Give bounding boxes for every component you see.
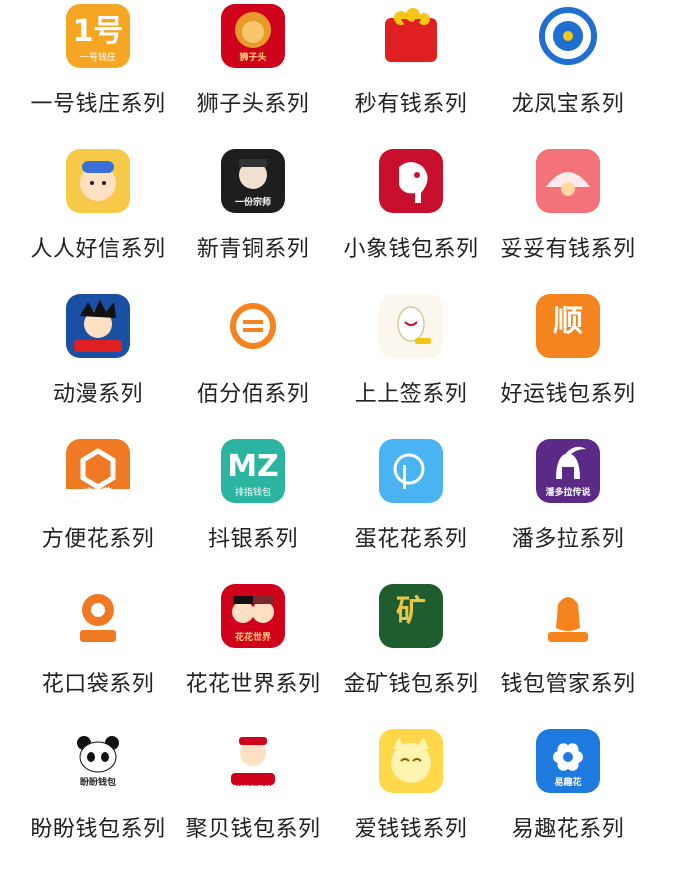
- shun-character-icon[interactable]: 顺: [536, 294, 600, 358]
- app-label: 易趣花系列: [511, 817, 625, 842]
- icon-text: 易趣花: [554, 778, 582, 788]
- orange-coin-icon[interactable]: [221, 294, 285, 358]
- app-label: 小象钱包系列: [343, 237, 479, 262]
- app-label: 花花世界系列: [185, 672, 321, 697]
- icon-text: 1号: [72, 14, 124, 49]
- app-item[interactable]: 银行放款聚贝钱包系列: [168, 725, 338, 870]
- app-label: 蛋花花系列: [354, 527, 468, 552]
- comic-face-icon[interactable]: 一份宗师: [221, 149, 285, 213]
- app-item[interactable]: 潘多拉传说潘多拉系列: [483, 435, 653, 580]
- icon-text: 银行放款: [234, 778, 271, 788]
- icon-text: 一份宗师: [234, 198, 271, 208]
- icon-text: 顺: [553, 304, 583, 339]
- app-item[interactable]: 小象钱包系列: [326, 145, 496, 290]
- icon-text: 钱包管家: [549, 633, 586, 643]
- icon-text: 狮子头: [239, 53, 267, 63]
- app-item[interactable]: 动漫系列: [13, 290, 183, 435]
- flower-coin-icon[interactable]: 花口袋: [66, 584, 130, 648]
- panda-icon[interactable]: 盼盼钱包: [66, 729, 130, 793]
- app-item[interactable]: 花口袋 花口袋系列: [13, 580, 183, 725]
- icon-text: 花口袋: [84, 633, 112, 643]
- app-label: 狮子头系列: [196, 92, 310, 117]
- icon-text: 潘多拉传说: [545, 488, 591, 498]
- pearl-shell-icon[interactable]: [536, 149, 600, 213]
- icon-subtext: 一号钱庄: [79, 53, 116, 63]
- app-item[interactable]: 花花世界花花世界系列: [168, 580, 338, 725]
- app-item[interactable]: 易趣花 易趣花系列: [483, 725, 653, 870]
- app-item[interactable]: 盼盼钱包盼盼钱包系列: [13, 725, 183, 870]
- spartan-helmet-icon[interactable]: 潘多拉传说: [536, 439, 600, 503]
- icon-subtext: 排指钱包: [234, 488, 271, 498]
- app-label: 一号钱庄系列: [30, 92, 166, 117]
- app-label: 秒有钱系列: [354, 92, 468, 117]
- app-item[interactable]: 钱包管家钱包管家系列: [483, 580, 653, 725]
- icon-text: ¥: [400, 14, 422, 49]
- icon-text: 方便花: [84, 488, 112, 498]
- elephant-icon[interactable]: [379, 149, 443, 213]
- icon-text: 矿: [396, 594, 426, 629]
- cartoon-character-icon[interactable]: [66, 149, 130, 213]
- app-item[interactable]: 人人好信系列: [13, 145, 183, 290]
- lion-head-icon[interactable]: 狮子头: [221, 4, 285, 68]
- red-envelope-icon[interactable]: ¥: [379, 4, 443, 68]
- blue-swirl-icon[interactable]: [536, 4, 600, 68]
- app-item[interactable]: 妥妥有钱系列: [483, 145, 653, 290]
- fortune-god-icon[interactable]: 银行放款: [221, 729, 285, 793]
- wallet-bag-icon[interactable]: 钱包管家: [536, 584, 600, 648]
- app-item[interactable]: 方便花 方便花系列: [13, 435, 183, 580]
- app-label: 爱钱钱系列: [354, 817, 468, 842]
- app-label: 上上签系列: [354, 382, 468, 407]
- app-label: 好运钱包系列: [500, 382, 636, 407]
- app-label: 新青铜系列: [196, 237, 310, 262]
- kuang-character-icon[interactable]: 矿: [379, 584, 443, 648]
- yihao-qianzhuang-icon[interactable]: 1号一号钱庄: [66, 4, 130, 68]
- hexagon-logo-icon[interactable]: 方便花: [66, 439, 130, 503]
- app-item[interactable]: ¥ 秒有钱系列: [326, 0, 496, 145]
- app-item[interactable]: 蛋花花系列: [326, 435, 496, 580]
- pen-circle-icon[interactable]: [379, 439, 443, 503]
- app-label: 盼盼钱包系列: [30, 817, 166, 842]
- app-label: 方便花系列: [41, 527, 155, 552]
- cat-face-icon[interactable]: [379, 729, 443, 793]
- app-item[interactable]: 顺好运钱包系列: [483, 290, 653, 435]
- app-label: 动漫系列: [52, 382, 143, 407]
- app-label: 人人好信系列: [30, 237, 166, 262]
- icon-text: 花花世界: [234, 633, 271, 643]
- app-label: 潘多拉系列: [511, 527, 625, 552]
- app-label: 抖银系列: [207, 527, 298, 552]
- app-item[interactable]: 爱钱钱系列: [326, 725, 496, 870]
- app-item[interactable]: 上上签系列: [326, 290, 496, 435]
- app-label: 聚贝钱包系列: [185, 817, 321, 842]
- app-item[interactable]: 矿金矿钱包系列: [326, 580, 496, 725]
- couple-cartoon-icon[interactable]: 花花世界: [221, 584, 285, 648]
- app-label: 妥妥有钱系列: [500, 237, 636, 262]
- app-item[interactable]: 佰分佰系列: [168, 290, 338, 435]
- anime-character-icon[interactable]: [66, 294, 130, 358]
- app-item[interactable]: 一份宗师 新青铜系列: [168, 145, 338, 290]
- icon-text: 盼盼钱包: [79, 778, 116, 788]
- mz-logo-icon[interactable]: MZ 排指钱包: [221, 439, 285, 503]
- app-item[interactable]: 狮子头 狮子头系列: [168, 0, 338, 145]
- app-grid: 1号 一号钱庄 一号钱庄系列 狮子头 狮子头系列 ¥ 秒有钱系列 龙凤宝系列 人人好信系列 一份宗…: [0, 0, 680, 847]
- app-item[interactable]: 1号一号钱庄一号钱庄系列: [13, 0, 183, 145]
- app-label: 龙凤宝系列: [511, 92, 625, 117]
- app-label: 佰分佰系列: [196, 382, 310, 407]
- app-item[interactable]: 龙凤宝系列: [483, 0, 653, 145]
- app-label: 金矿钱包系列: [343, 672, 479, 697]
- fortune-egg-icon[interactable]: [379, 294, 443, 358]
- icon-text: MZ: [227, 449, 279, 484]
- app-item[interactable]: MZ 排指钱包抖银系列: [168, 435, 338, 580]
- app-label: 钱包管家系列: [500, 672, 636, 697]
- blue-flower-icon[interactable]: 易趣花: [536, 729, 600, 793]
- app-label: 花口袋系列: [41, 672, 155, 697]
